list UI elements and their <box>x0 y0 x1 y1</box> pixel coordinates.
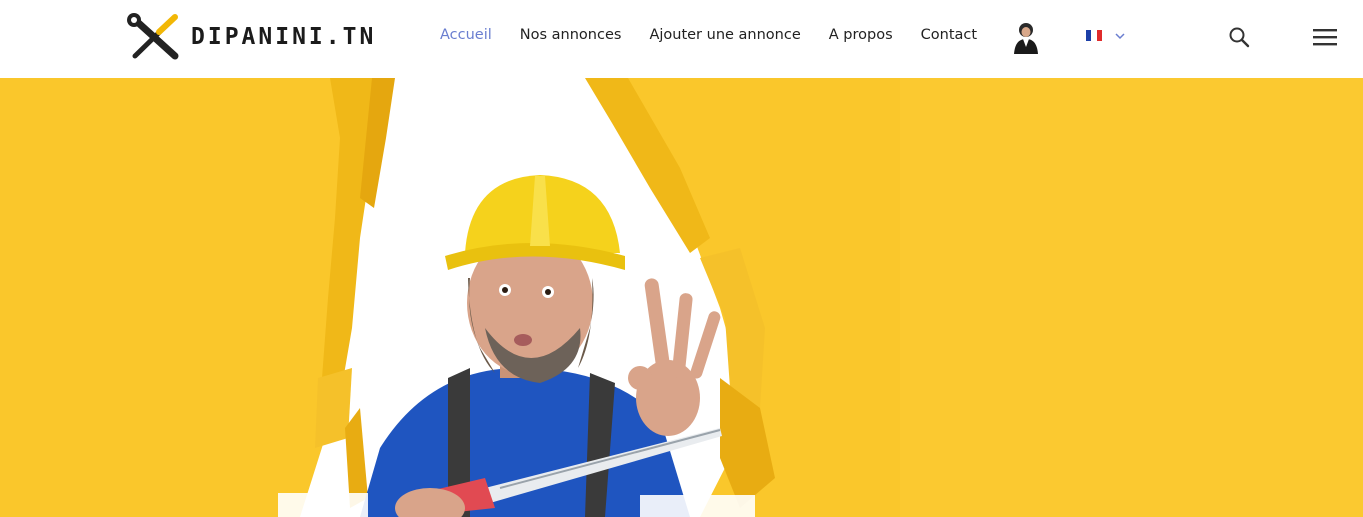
user-avatar-icon[interactable] <box>1010 20 1042 54</box>
hero-banner <box>0 78 1363 517</box>
nav-item-ajouter-annonce[interactable]: Ajouter une annonce <box>649 27 800 43</box>
language-selector[interactable] <box>1086 30 1126 41</box>
french-flag-icon <box>1086 30 1102 41</box>
hero-image <box>0 78 1363 517</box>
wrench-screwdriver-icon <box>127 13 179 60</box>
brand-logo[interactable]: DIPANINI.TN <box>125 12 376 62</box>
nav-item-a-propos[interactable]: A propos <box>829 27 893 43</box>
hamburger-menu-icon[interactable] <box>1312 27 1338 47</box>
site-header: DIPANINI.TN Accueil Nos annonces Ajouter… <box>0 0 1363 78</box>
chevron-down-icon <box>1115 32 1125 39</box>
nav-item-nos-annonces[interactable]: Nos annonces <box>520 27 622 43</box>
nav-item-contact[interactable]: Contact <box>921 27 977 43</box>
search-icon[interactable] <box>1227 25 1251 49</box>
nav-item-accueil[interactable]: Accueil <box>440 27 492 43</box>
brand-name: DIPANINI.TN <box>191 24 377 50</box>
main-nav: Accueil Nos annonces Ajouter une annonce… <box>440 27 1005 43</box>
